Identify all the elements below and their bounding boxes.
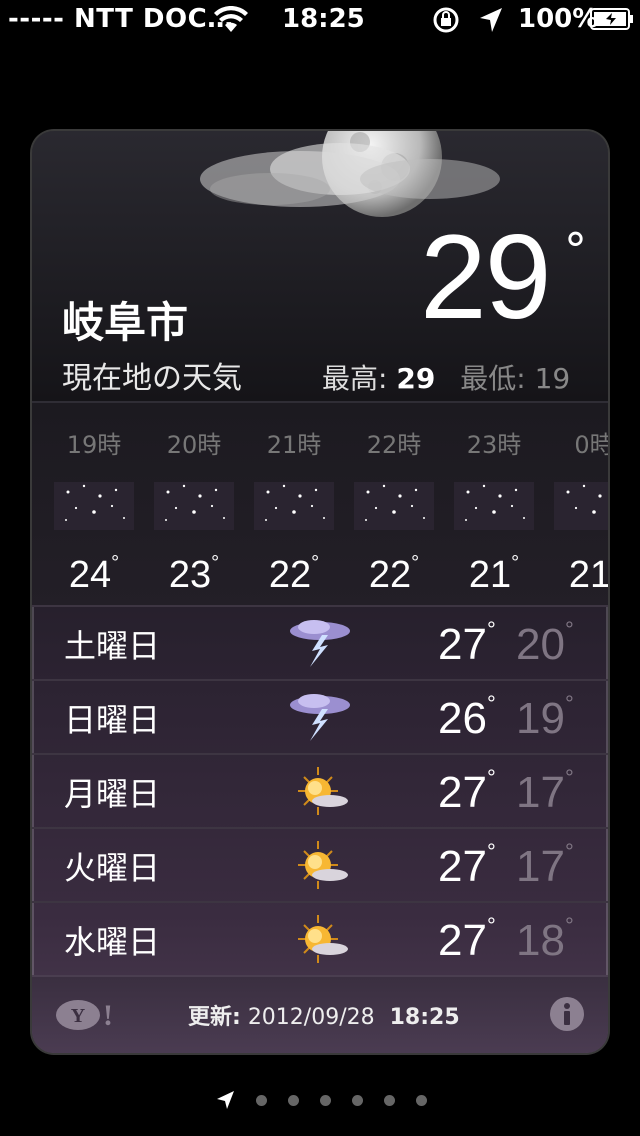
location-label: 現在地の天気	[62, 361, 242, 396]
hourly-forecast[interactable]: 19時 24° 20時 23° 21時 22° 22時 22° 23時 21° …	[32, 401, 608, 607]
page-dot[interactable]	[416, 1095, 427, 1106]
day-high: 27°	[438, 913, 496, 965]
partly-sunny-icon	[298, 915, 348, 963]
hour-temperature: 22°	[368, 552, 420, 596]
clear-night-icon	[54, 482, 134, 530]
clear-night-icon	[154, 482, 234, 530]
low-label: 最低:	[460, 362, 526, 395]
hour-time: 21時	[266, 431, 322, 459]
wifi-icon	[214, 6, 248, 32]
carrier-name: ----- NTT DOC…	[8, 4, 234, 34]
partly-sunny-icon	[298, 767, 348, 815]
page-dot[interactable]	[352, 1095, 363, 1106]
day-high: 27°	[438, 617, 496, 669]
day-name: 日曜日	[64, 701, 161, 739]
hour-item: 19時 24°	[44, 425, 144, 597]
hour-time: 0時	[574, 431, 608, 459]
day-high: 27°	[438, 765, 496, 817]
clear-night-icon	[554, 482, 608, 530]
svg-text:!: !	[103, 999, 113, 1032]
hour-temperature: 21°	[468, 552, 520, 596]
updated-time: 18:25	[389, 1005, 460, 1030]
page-dot[interactable]	[384, 1095, 395, 1106]
day-low: 17°	[516, 839, 574, 891]
updated-label: 更新:	[188, 1005, 241, 1030]
thunderstorm-icon	[290, 620, 350, 667]
day-row: 火曜日 27° 17°	[32, 827, 608, 901]
daily-forecast: 土曜日 27° 20° 日曜日 26° 19° 月曜日 27° 17° 火曜日 …	[32, 605, 608, 975]
hour-item: 21時 22°	[244, 425, 344, 597]
hour-time: 23時	[466, 431, 522, 459]
location-arrow-icon	[480, 8, 502, 32]
hour-temperature: 22°	[268, 552, 320, 596]
day-low: 17°	[516, 765, 574, 817]
city-name: 岐阜市	[62, 298, 189, 347]
day-low: 20°	[516, 617, 574, 669]
updated-date: 2012/09/28	[247, 1005, 375, 1030]
hour-time: 20時	[166, 431, 222, 459]
clear-night-icon	[354, 482, 434, 530]
yahoo-logo[interactable]: Y !	[54, 995, 118, 1035]
day-row: 土曜日 27° 20°	[32, 605, 608, 679]
hi-lo-summary: 最高: 29 最低: 19	[322, 357, 570, 397]
battery-icon	[590, 8, 633, 30]
page-indicator[interactable]	[0, 1090, 640, 1110]
day-row: 月曜日 27° 17°	[32, 753, 608, 827]
day-name: 火曜日	[64, 849, 161, 887]
location-arrow-icon	[217, 1091, 234, 1109]
hour-time: 22時	[366, 431, 422, 459]
day-low: 18°	[516, 913, 574, 965]
partly-sunny-icon	[298, 841, 348, 889]
hour-temperature: 23°	[168, 552, 220, 596]
day-name: 月曜日	[64, 775, 161, 813]
last-updated: 更新: 2012/09/28 18:25	[188, 999, 460, 1031]
day-high: 27°	[438, 839, 496, 891]
low-value: 19	[534, 362, 571, 395]
day-row: 水曜日 27° 18°	[32, 901, 608, 975]
degree-symbol: °	[564, 223, 587, 277]
weather-card: 岐阜市 現在地の天気 29 ° 最高: 29 最低: 19 19時 24° 20…	[32, 131, 608, 1053]
day-name: 水曜日	[64, 923, 161, 961]
info-icon[interactable]	[548, 995, 586, 1033]
page-dot[interactable]	[320, 1095, 331, 1106]
thunderstorm-icon	[290, 694, 350, 741]
status-bar: ----- NTT DOC… 18:25 100%	[0, 0, 640, 40]
page-dot[interactable]	[256, 1095, 267, 1106]
high-value: 29	[396, 362, 436, 395]
hour-time: 19時	[66, 431, 122, 459]
day-name: 土曜日	[64, 627, 161, 665]
clear-night-icon	[254, 482, 334, 530]
hour-temperature: 24°	[68, 552, 120, 596]
page-dot[interactable]	[288, 1095, 299, 1106]
rotation-lock-icon	[433, 7, 459, 33]
high-label: 最高:	[322, 362, 388, 395]
hour-temperature: 21°	[568, 554, 608, 596]
clear-night-icon	[454, 482, 534, 530]
day-low: 19°	[516, 691, 574, 743]
hour-item: 0時 21°	[544, 425, 608, 597]
status-time: 18:25	[282, 4, 365, 34]
day-high: 26°	[438, 691, 496, 743]
day-row: 日曜日 26° 19°	[32, 679, 608, 753]
hour-item: 22時 22°	[344, 425, 444, 597]
battery-percent: 100%	[518, 4, 599, 34]
hour-item: 20時 23°	[144, 425, 244, 597]
svg-text:Y: Y	[71, 1005, 86, 1027]
hour-item: 23時 21°	[444, 425, 544, 597]
current-weather-section: 岐阜市 現在地の天気 29 ° 最高: 29 最低: 19	[32, 131, 608, 401]
current-temperature: 29	[420, 210, 551, 344]
card-footer: Y ! 更新: 2012/09/28 18:25	[32, 975, 608, 1053]
